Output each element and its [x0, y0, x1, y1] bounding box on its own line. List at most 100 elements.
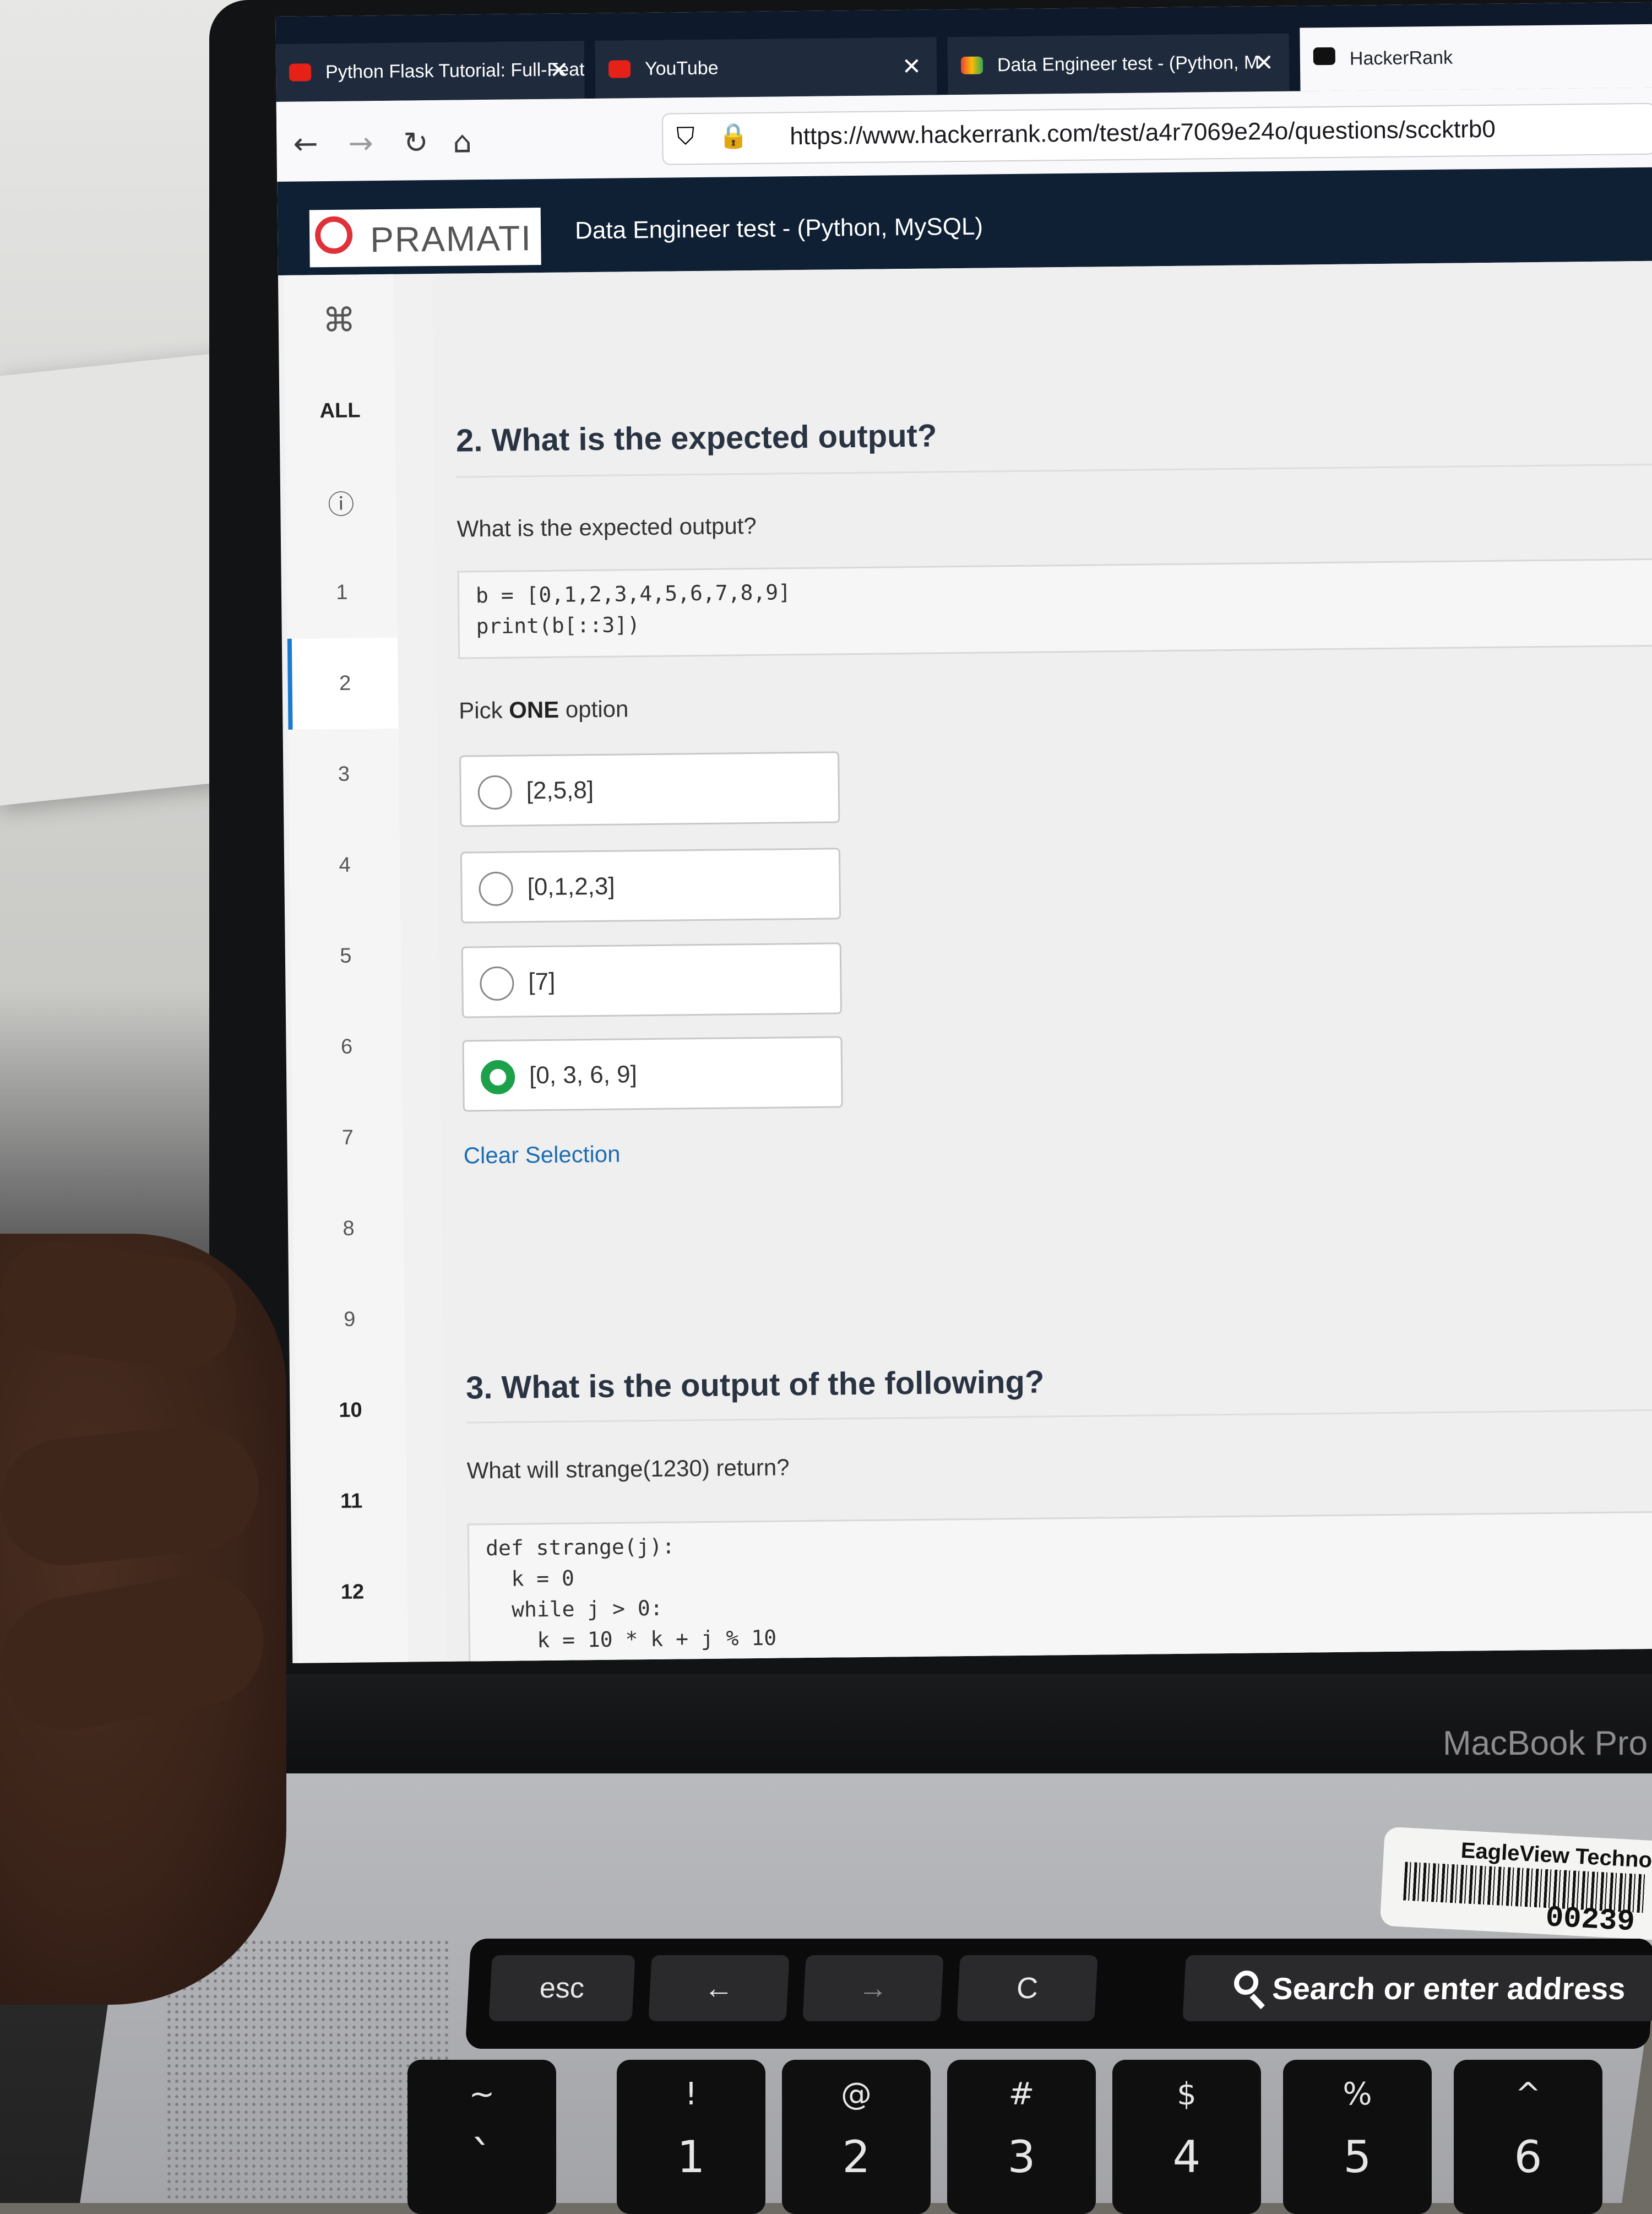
url-text[interactable]: https://www.hackerrank.com/test/a4r7069e…	[790, 116, 1496, 150]
radio-unselected[interactable]	[477, 775, 513, 810]
key-top: !	[684, 2076, 698, 2112]
key-bottom: 3	[1007, 2131, 1036, 2183]
youtube-icon	[608, 60, 631, 78]
option-4[interactable]: [0, 3, 6, 9]	[462, 1036, 843, 1112]
sidebar-item-5[interactable]: 5	[290, 910, 401, 1002]
key-bottom: 6	[1514, 2131, 1542, 2183]
lock-icon[interactable]: 🔒	[718, 121, 748, 150]
radio-unselected[interactable]	[479, 871, 513, 907]
gmail-icon	[960, 56, 983, 74]
option-label: [2,5,8]	[526, 777, 594, 805]
key-top: ~	[469, 2076, 495, 2112]
address-bar[interactable]: ⛉ 🔒 https://www.hackerrank.com/test/a4r7…	[661, 102, 1652, 165]
home-icon[interactable]: ⌂	[453, 124, 472, 159]
clear-selection-link[interactable]: Clear Selection	[463, 1141, 620, 1169]
option-label: [7]	[528, 968, 556, 996]
sidebar-item-8[interactable]: 8	[293, 1183, 404, 1275]
key-bottom: 1	[677, 2131, 705, 2183]
test-header: PRAMATI Data Engineer test - (Python, My…	[277, 167, 1652, 275]
tab-label: YouTube	[644, 57, 719, 79]
key-2[interactable]: @2	[782, 2060, 931, 2214]
close-icon[interactable]: ✕	[550, 56, 569, 83]
key-backtick[interactable]: ~ `	[407, 2060, 556, 2214]
esc-key[interactable]: esc	[488, 1955, 635, 2021]
paper-sheet	[0, 351, 237, 806]
laptop-screen: Python Flask Tutorial: Full-Feat ✕ YouTu…	[275, 2, 1652, 1663]
question-3-prompt: What will strange(1230) return?	[466, 1454, 790, 1484]
key-top: %	[1343, 2076, 1372, 2112]
sidebar-item-12[interactable]: 12	[297, 1546, 408, 1638]
back-icon[interactable]: ←	[293, 126, 318, 161]
option-label: [0,1,2,3]	[527, 872, 615, 901]
search-icon	[1233, 1971, 1259, 1995]
macbook-label: MacBook Pro	[1443, 1724, 1648, 1762]
touchbar-search[interactable]: Search or enter address	[1182, 1955, 1652, 2021]
option-3[interactable]: [7]	[461, 942, 843, 1018]
sidebar-item-10[interactable]: 10	[295, 1365, 406, 1457]
key-3[interactable]: #3	[947, 2060, 1096, 2214]
tab-flask-tutorial[interactable]: Python Flask Tutorial: Full-Feat ✕	[275, 41, 585, 102]
question-3-code: def strange(j): k = 0 while j > 0: k = 1…	[467, 1511, 1652, 1663]
close-icon[interactable]: ✕	[902, 53, 922, 80]
youtube-icon	[289, 63, 312, 82]
sidebar-item-11[interactable]: 11	[296, 1456, 407, 1548]
tab-label: HackerRank	[1349, 47, 1453, 69]
pick-bold: ONE	[508, 696, 559, 723]
sidebar-item-9[interactable]: 9	[294, 1274, 405, 1366]
question-3-title: 3. What is the output of the following?	[465, 1364, 1045, 1406]
sidebar-item-all[interactable]: ALL	[285, 365, 396, 457]
browser-tab-bar: Python Flask Tutorial: Full-Feat ✕ YouTu…	[275, 2, 1652, 102]
number-key-row: ~ ` ! 1 @2 #3 $4 % 5 ^ 6	[407, 2060, 1652, 2214]
pick-prefix: Pick	[458, 697, 509, 724]
key-1[interactable]: ! 1	[617, 2060, 765, 2214]
sidebar-item-7[interactable]: 7	[292, 1092, 403, 1184]
key-bottom: `	[471, 2131, 493, 2183]
key-bottom: 4	[1172, 2131, 1201, 2183]
forward-arrow-icon[interactable]: →	[802, 1955, 944, 2021]
reload-icon[interactable]: C	[957, 1955, 1098, 2021]
divider	[466, 1409, 1652, 1424]
question-2-title: 2. What is the expected output?	[455, 417, 937, 459]
radio-unselected[interactable]	[480, 966, 514, 1001]
sidebar-item-3[interactable]: 3	[289, 729, 400, 821]
touchbar-search-label: Search or enter address	[1271, 1971, 1627, 2006]
pick-suffix: option	[558, 696, 629, 723]
sidebar-item-2[interactable]: 2	[287, 637, 399, 730]
option-2[interactable]: [0,1,2,3]	[460, 848, 841, 924]
info-icon[interactable]: ⓘ	[285, 456, 396, 548]
hackerrank-icon	[1313, 47, 1336, 66]
asset-sticker: EagleView Technol 00239	[1379, 1826, 1652, 1941]
key-5[interactable]: % 5	[1283, 2060, 1432, 2214]
question-content: 2. What is the expected output? What is …	[432, 261, 1652, 1663]
option-label: [0, 3, 6, 9]	[529, 1061, 638, 1089]
reload-icon[interactable]: ↻	[403, 125, 428, 160]
key-top: @	[841, 2076, 872, 2112]
sidebar-item-4[interactable]: 4	[289, 820, 400, 911]
key-6[interactable]: ^ 6	[1454, 2060, 1602, 2214]
tab-youtube[interactable]: YouTube ✕	[595, 37, 937, 99]
command-icon[interactable]: ⌘	[284, 274, 395, 366]
question-sidebar: ⌘ ALL ⓘ 1 2 3 4 5 6 7 8 9 10 11 12	[283, 274, 409, 1663]
close-icon[interactable]: ✕	[1254, 49, 1274, 76]
forward-icon[interactable]: →	[348, 126, 373, 160]
pick-one-hint: Pick ONE option	[459, 696, 629, 724]
key-top: ^	[1515, 2076, 1541, 2112]
key-top: #	[1008, 2076, 1035, 2112]
tab-label: Python Flask Tutorial: Full-Feat	[325, 59, 585, 83]
sidebar-item-6[interactable]: 6	[291, 1001, 403, 1093]
tab-label: Data Engineer test - (Python, M	[997, 52, 1260, 76]
touch-bar: esc ← → C Search or enter address	[465, 1939, 1652, 2049]
key-top: $	[1177, 2076, 1197, 2112]
key-bottom: 2	[842, 2131, 871, 2183]
tab-gmail-test[interactable]: Data Engineer test - (Python, M ✕	[947, 33, 1290, 95]
shield-icon[interactable]: ⛉	[676, 123, 695, 150]
option-1[interactable]: [2,5,8]	[459, 751, 840, 827]
divider	[456, 463, 1652, 478]
logo-mark-icon	[314, 216, 353, 254]
sidebar-item-1[interactable]: 1	[286, 547, 398, 639]
tab-hackerrank[interactable]: HackerRank	[1300, 24, 1652, 91]
back-arrow-icon[interactable]: ←	[648, 1955, 790, 2021]
key-4[interactable]: $4	[1112, 2060, 1261, 2214]
radio-selected[interactable]	[480, 1060, 515, 1095]
test-title: Data Engineer test - (Python, MySQL)	[574, 213, 983, 245]
